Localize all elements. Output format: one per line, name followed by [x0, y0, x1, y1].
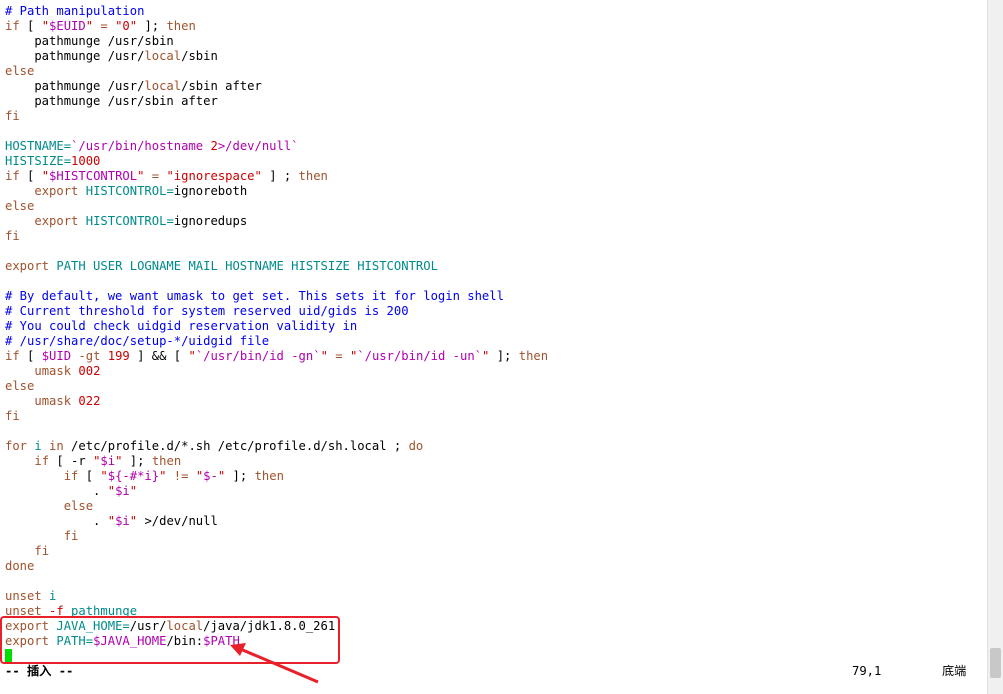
vertical-scrollbar[interactable]	[987, 0, 1003, 694]
annotation-arrow	[230, 643, 319, 684]
cursor-position: 79,1	[852, 664, 882, 678]
scroll-position: 底端	[942, 664, 967, 678]
vim-editor[interactable]: # Path manipulation if [ "$EUID" = "0" ];…	[0, 0, 988, 694]
mode-indicator: -- 插入 --	[5, 664, 74, 678]
status-line: -- 插入 -- 79,1 底端	[0, 664, 988, 679]
scrollbar-thumb[interactable]	[990, 648, 1001, 678]
